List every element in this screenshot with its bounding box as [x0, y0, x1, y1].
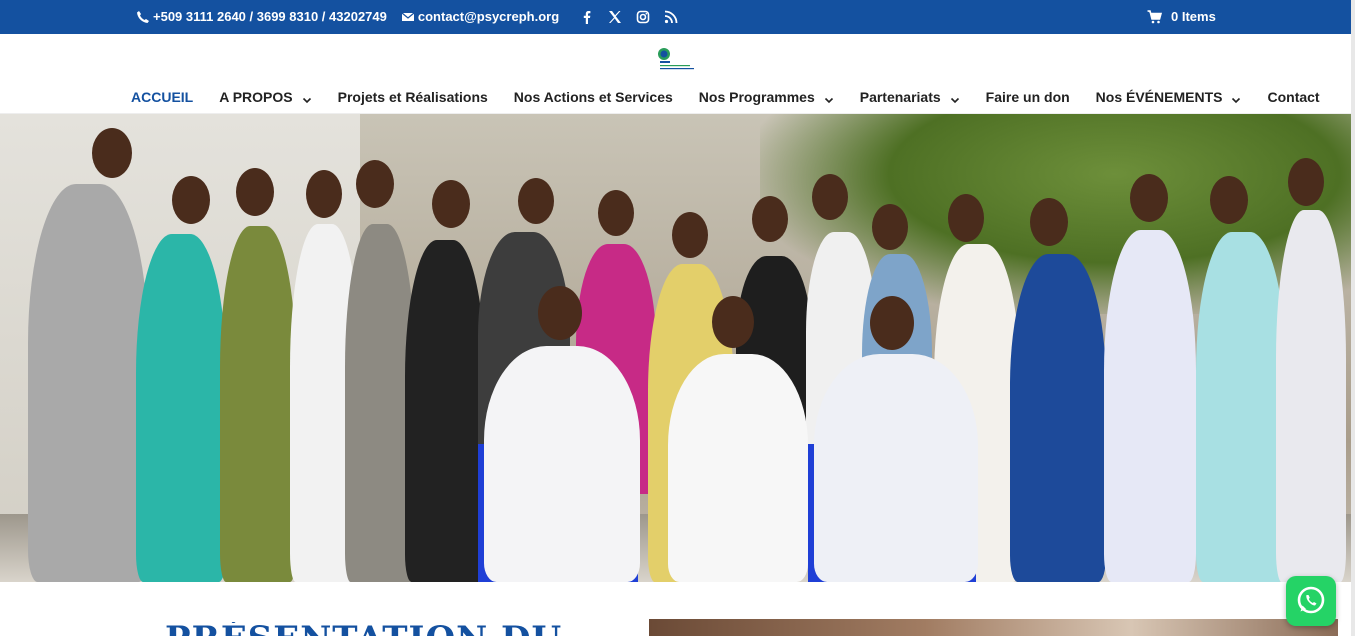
nav-item-contact[interactable]: Contact	[1267, 89, 1319, 105]
scrollbar[interactable]	[1351, 0, 1355, 636]
chevron-down-icon	[1231, 92, 1241, 104]
cart-link[interactable]: 0 Items	[1147, 9, 1216, 24]
social-links	[573, 10, 685, 24]
chevron-down-icon	[824, 92, 834, 104]
phone-icon	[136, 10, 150, 24]
chevron-down-icon	[950, 92, 960, 104]
phone-numbers[interactable]: +509 3111 2640 / 3699 8310 / 43202749	[153, 9, 387, 24]
chevron-down-icon	[302, 92, 312, 104]
main-nav: ACCUEIL A PROPOS Projets et Réalisations…	[131, 89, 1320, 105]
instagram-icon[interactable]	[636, 10, 650, 24]
rss-icon[interactable]	[664, 10, 678, 24]
nav-item-programmes[interactable]: Nos Programmes	[699, 89, 834, 105]
envelope-icon	[401, 10, 415, 24]
whatsapp-button[interactable]	[1286, 576, 1336, 626]
cart-icon	[1147, 9, 1162, 23]
contact-info: +509 3111 2640 / 3699 8310 / 43202749 co…	[136, 9, 685, 24]
facebook-icon[interactable]	[580, 10, 594, 24]
email-link[interactable]: contact@psycreph.org	[401, 9, 559, 24]
top-bar: +509 3111 2640 / 3699 8310 / 43202749 co…	[0, 0, 1351, 34]
cart-count: 0 Items	[1171, 9, 1216, 24]
section-title: PRÉSENTATION DU	[165, 622, 562, 636]
nav-item-evenements[interactable]: Nos ÉVÉNEMENTS	[1096, 89, 1242, 105]
nav-item-a-propos[interactable]: A PROPOS	[219, 89, 311, 105]
section-image	[649, 619, 1338, 636]
nav-item-actions-services[interactable]: Nos Actions et Services	[514, 89, 673, 105]
email-text: contact@psycreph.org	[417, 9, 560, 24]
nav-item-partenariats[interactable]: Partenariats	[860, 89, 960, 105]
site-logo[interactable]	[656, 45, 694, 75]
nav-item-faire-un-don[interactable]: Faire un don	[986, 89, 1070, 105]
nav-item-projets[interactable]: Projets et Réalisations	[338, 89, 488, 105]
site-header: ACCUEIL A PROPOS Projets et Réalisations…	[0, 34, 1351, 114]
x-icon[interactable]	[608, 10, 622, 24]
nav-item-accueil[interactable]: ACCUEIL	[131, 89, 193, 105]
hero-group-photo	[0, 114, 1351, 582]
whatsapp-icon	[1297, 586, 1325, 614]
